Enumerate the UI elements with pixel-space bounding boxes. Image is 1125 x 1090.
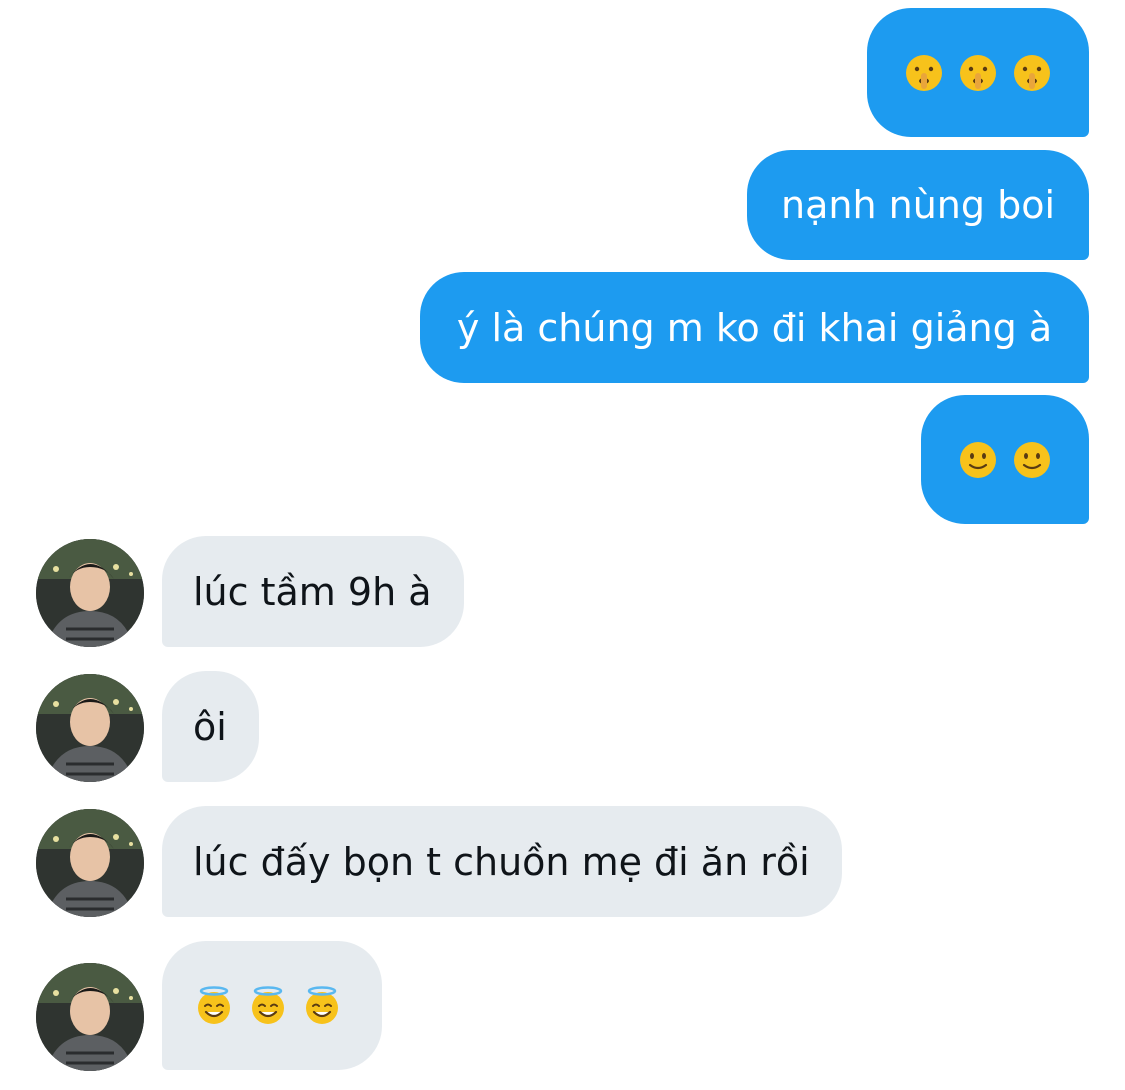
outgoing-message-1[interactable] [867,8,1089,137]
incoming-message-1[interactable]: lúc tầm 9h à [162,536,464,647]
smiling-face-with-halo-icon [302,985,342,1026]
message-text: lúc đấy bọn t chuồn mẹ đi ăn rồi [193,839,810,884]
avatar[interactable] [36,809,144,917]
avatar[interactable] [36,674,144,782]
slightly-smiling-face-icon [958,440,998,480]
message-text: nạnh nùng boi [781,183,1055,227]
message-text: ý là chúng m ko đi khai giảng à [456,305,1053,350]
emoji-row [958,440,1052,480]
message-text: ôi [193,704,227,749]
outgoing-message-4[interactable] [921,395,1089,524]
message-text: lúc tầm 9h à [193,569,432,614]
message-thread: nạnh nùng boi ý là chúng m ko đi khai gi… [0,0,1125,1090]
shushing-face-icon [958,53,998,93]
shushing-face-icon [904,53,944,93]
incoming-message-3[interactable]: lúc đấy bọn t chuồn mẹ đi ăn rồi [162,806,842,917]
incoming-message-2[interactable]: ôi [162,671,259,782]
outgoing-message-3[interactable]: ý là chúng m ko đi khai giảng à [420,272,1089,383]
outgoing-message-2[interactable]: nạnh nùng boi [747,150,1089,260]
emoji-row [904,53,1052,93]
smiling-face-with-halo-icon [248,985,288,1026]
smiling-face-with-halo-icon [194,985,234,1026]
avatar[interactable] [36,963,144,1071]
shushing-face-icon [1012,53,1052,93]
avatar[interactable] [36,539,144,647]
slightly-smiling-face-icon [1012,440,1052,480]
incoming-message-4[interactable] [162,941,382,1070]
emoji-row [194,985,342,1026]
